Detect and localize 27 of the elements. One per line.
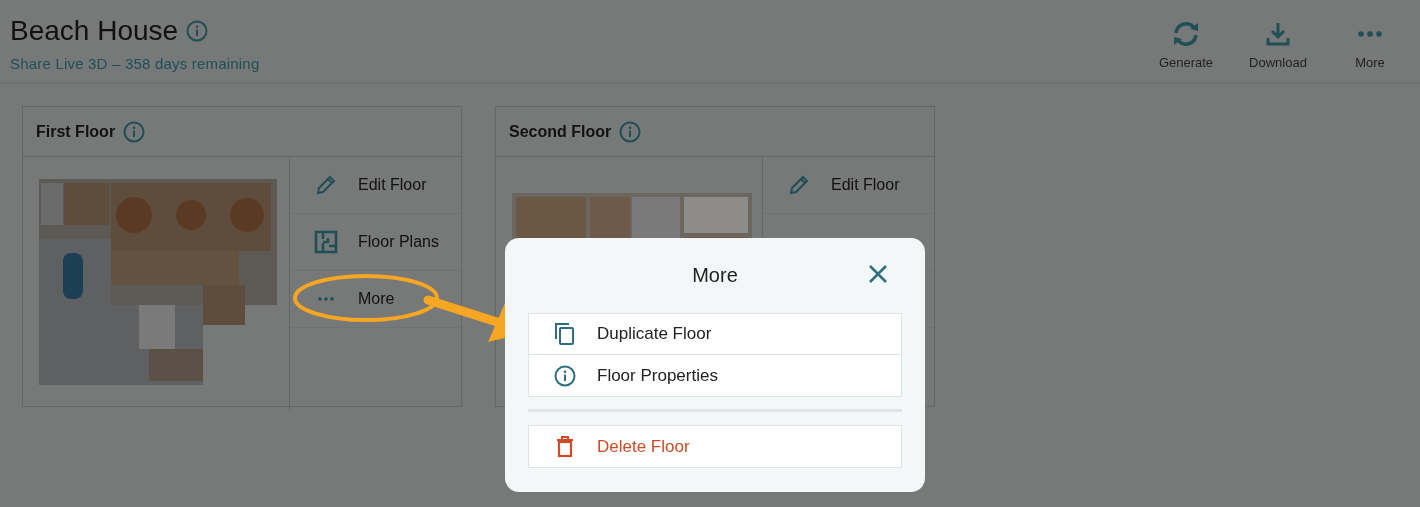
dialog-title: More (692, 264, 738, 287)
floor-action[interactable]: Edit Floor (763, 173, 906, 197)
floor-plan-icon (314, 230, 338, 254)
info-icon (123, 120, 146, 143)
project-title: Beach House (10, 15, 179, 47)
floor-name: First Floor (36, 122, 116, 141)
toolbar-button[interactable]: Download (1238, 20, 1318, 82)
toolbar-button[interactable]: Generate (1146, 20, 1226, 82)
close-icon (868, 264, 888, 284)
floor-action[interactable]: Edit Floor (290, 173, 433, 197)
pencil-icon (788, 174, 810, 196)
more-icon (317, 296, 335, 302)
menu-item[interactable]: Duplicate Floor (529, 314, 901, 355)
info-icon (554, 364, 576, 387)
floor-name: Second Floor (509, 122, 612, 141)
floor-action[interactable]: More (290, 289, 401, 309)
menu-item[interactable]: Delete Floor (529, 426, 901, 467)
more-icon (1356, 30, 1384, 38)
trash-icon (556, 435, 574, 458)
download-icon (1264, 20, 1292, 48)
toolbar-button[interactable]: More (1330, 20, 1410, 82)
menu-item[interactable]: Floor Properties (529, 355, 901, 396)
floor-action[interactable]: Floor Plans (290, 229, 445, 255)
info-icon (619, 120, 642, 143)
pencil-icon (315, 174, 337, 196)
info-icon (186, 20, 209, 42)
copy-icon (554, 322, 576, 346)
